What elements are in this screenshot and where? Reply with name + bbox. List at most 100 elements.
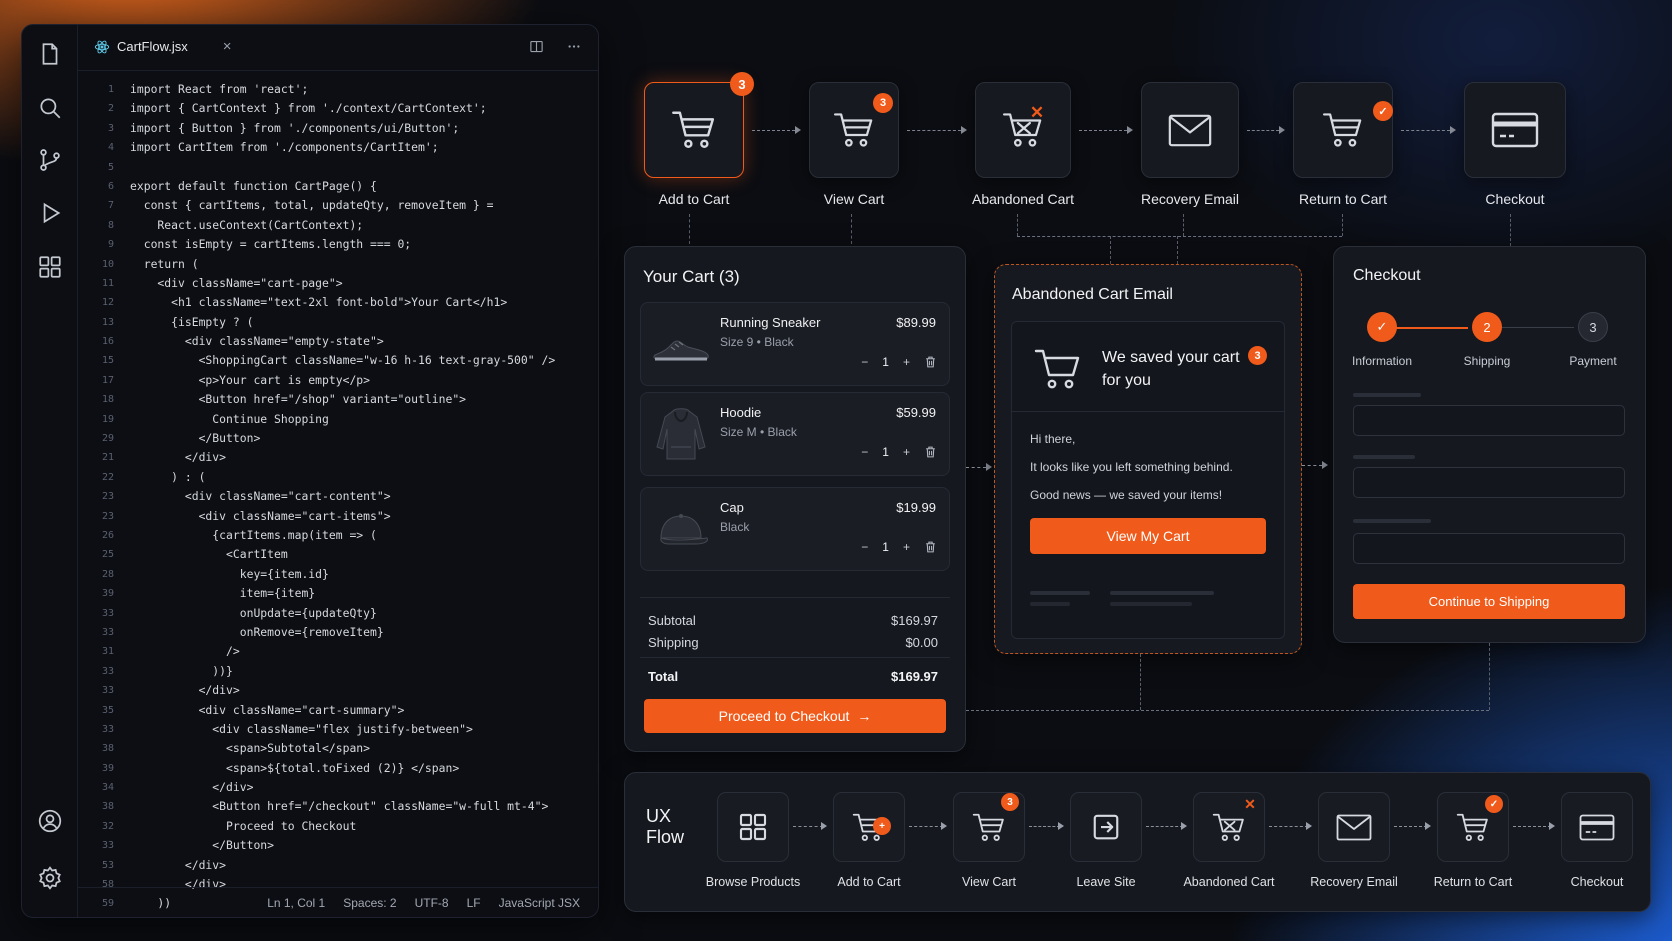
code-line: 38 <span>Subtotal</span>	[101, 741, 371, 756]
settings-icon[interactable]	[37, 865, 63, 891]
cart-item: Running Sneaker Size 9 • Black $89.99 − …	[640, 302, 950, 386]
step-payment: 3	[1578, 312, 1608, 342]
connector	[1017, 236, 1342, 237]
code-line: 19 Continue Shopping	[101, 411, 329, 426]
status-item[interactable]: Spaces: 2	[343, 896, 396, 910]
flow-step-label: Add to Cart	[658, 191, 730, 207]
extensions-icon[interactable]	[37, 254, 63, 280]
flow-step-return-to-cart[interactable]	[1293, 82, 1393, 178]
code-line: 21 </div>	[101, 450, 227, 465]
email-greeting: Hi there,	[1030, 432, 1076, 446]
cart-icon	[671, 109, 717, 150]
arrow-icon	[961, 126, 967, 134]
quantity-stepper: − 1 +	[861, 540, 937, 554]
split-editor-icon[interactable]	[529, 39, 544, 54]
status-item[interactable]: UTF-8	[415, 896, 449, 910]
quantity-stepper: − 1 +	[861, 445, 937, 459]
ux-step-checkout[interactable]	[1561, 792, 1633, 862]
code-line: 39 <span>${total.toFixed (2)} </span>	[101, 760, 460, 775]
flow-connector	[907, 130, 961, 131]
code-line: 33 <div className="flex justify-between"…	[101, 721, 473, 736]
arrow-icon	[986, 463, 992, 471]
decrease-button[interactable]: −	[861, 445, 868, 459]
status-badge: 3	[1001, 793, 1019, 811]
continue-to-shipping-button[interactable]: Continue to Shipping	[1353, 584, 1625, 619]
grid-icon	[737, 811, 769, 843]
quantity-value: 1	[882, 540, 889, 554]
increase-button[interactable]: +	[903, 540, 910, 554]
code-line: 9 const isEmpty = cartItems.length === 0…	[107, 237, 412, 252]
connector	[1140, 654, 1141, 710]
trash-icon[interactable]	[924, 540, 937, 554]
checkout-panel: Checkout ✓ 2 3 Information Shipping Paym…	[1333, 246, 1646, 643]
cart-icon	[1456, 812, 1490, 843]
ux-flow-title: UX Flow	[646, 806, 685, 847]
activity-bar	[22, 25, 78, 917]
trash-icon[interactable]	[924, 355, 937, 369]
ux-step-label: Browse Products	[705, 875, 801, 889]
tab-cartflow[interactable]: CartFlow.jsx ×	[94, 38, 232, 55]
exit-icon	[1091, 812, 1121, 842]
flow-step-recovery-email[interactable]	[1141, 82, 1239, 178]
checkout-field-2[interactable]	[1353, 467, 1625, 498]
item-price: $59.99	[896, 405, 936, 420]
status-item[interactable]: LF	[467, 896, 481, 910]
count-badge: 3	[1248, 346, 1267, 365]
ux-step-leave-site[interactable]	[1070, 792, 1142, 862]
ux-step-add-to-cart[interactable]	[833, 792, 905, 862]
flow-arrow	[793, 822, 827, 830]
code-line: 34 </div>	[101, 780, 254, 795]
step-label: Shipping	[1463, 354, 1511, 368]
decrease-button[interactable]: −	[861, 355, 868, 369]
ux-step-label: Leave Site	[1076, 875, 1136, 889]
checkout-field-3[interactable]	[1353, 533, 1625, 564]
cart-icon	[833, 111, 875, 149]
source-control-icon[interactable]	[37, 147, 63, 173]
proceed-to-checkout-button[interactable]: Proceed to Checkout →	[644, 699, 946, 733]
view-my-cart-button[interactable]: View My Cart	[1030, 518, 1266, 554]
files-icon[interactable]	[37, 41, 63, 67]
ux-step-recovery-email[interactable]	[1318, 792, 1390, 862]
run-icon[interactable]	[37, 200, 63, 226]
flow-step-label: Checkout	[1485, 191, 1545, 207]
code-area[interactable]: 1 import React from 'react'; 2 import { Car…	[78, 80, 598, 917]
trash-icon[interactable]	[924, 445, 937, 459]
increase-button[interactable]: +	[903, 355, 910, 369]
code-line: 33 </div>	[101, 683, 240, 698]
connector	[1489, 643, 1490, 710]
code-line: 13 {isEmpty ? (	[101, 314, 254, 329]
flow-step-add-to-cart[interactable]	[644, 82, 744, 178]
step-label: Payment	[1569, 354, 1617, 368]
quantity-stepper: − 1 +	[861, 355, 937, 369]
account-icon[interactable]	[37, 808, 63, 834]
item-price: $89.99	[896, 315, 936, 330]
mail-icon	[1336, 814, 1372, 841]
email-headline: We saved your cart for you	[1102, 349, 1240, 389]
code-editor: CartFlow.jsx × 1 import React from 'react…	[21, 24, 599, 918]
status-badge: 3	[730, 72, 754, 96]
increase-button[interactable]: +	[903, 445, 910, 459]
code-line: 33 ))}	[101, 663, 233, 678]
email-line2: Good news — we saved your items!	[1030, 488, 1223, 502]
status-item[interactable]: JavaScript JSX	[499, 896, 580, 910]
code-line: 32 Proceed to Checkout	[101, 818, 357, 833]
code-line: 10 return (	[101, 256, 199, 271]
credit-card-icon	[1579, 814, 1615, 841]
close-icon[interactable]: ×	[223, 38, 232, 55]
connector	[1110, 236, 1111, 264]
cart-x-icon	[1212, 812, 1246, 843]
ux-step-label: View Cart	[962, 875, 1016, 889]
status-item[interactable]: Ln 1, Col 1	[267, 896, 325, 910]
flow-step-abandoned-cart[interactable]	[975, 82, 1071, 178]
ux-step-browse-products[interactable]	[717, 792, 789, 862]
more-actions-icon[interactable]	[566, 39, 582, 54]
decrease-button[interactable]: −	[861, 540, 868, 554]
code-line: 22 ) : (	[101, 469, 206, 484]
search-icon[interactable]	[37, 95, 63, 121]
checkout-field-1[interactable]	[1353, 405, 1625, 436]
status-badge: 3	[873, 93, 893, 113]
item-meta: Size M • Black	[720, 425, 797, 439]
quantity-value: 1	[882, 445, 889, 459]
flow-step-checkout[interactable]	[1464, 82, 1566, 178]
code-line: 25 <CartItem	[101, 547, 288, 562]
